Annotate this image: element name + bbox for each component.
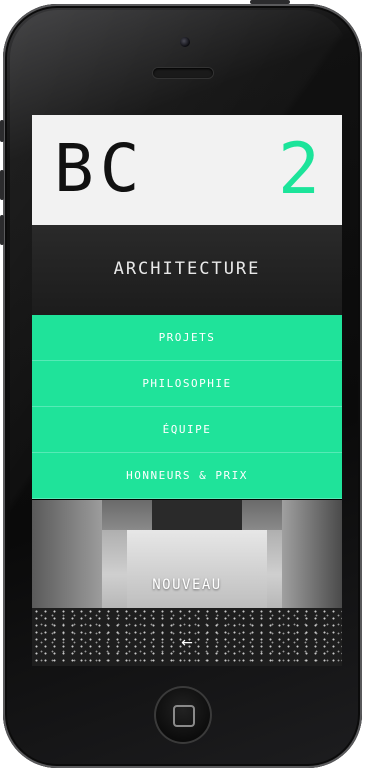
photo-wall-left <box>32 500 102 620</box>
photo-doorway <box>152 500 242 530</box>
hero-caption[interactable]: NOUVEAU <box>32 577 342 593</box>
home-square-icon <box>173 705 195 727</box>
menu-item-equipe[interactable]: ÉQUIPE <box>32 407 342 453</box>
volume-down-button <box>0 215 4 245</box>
menu-item-philosophie[interactable]: PHILOSOPHIE <box>32 361 342 407</box>
menu-item-projets[interactable]: PROJETS <box>32 315 342 361</box>
main-menu: PROJETS PHILOSOPHIE ÉQUIPE HONNEURS & PR… <box>32 315 342 499</box>
front-camera <box>180 37 190 47</box>
logo-text: BC <box>54 130 146 207</box>
earpiece-speaker <box>153 68 213 78</box>
menu-item-honneurs-prix[interactable]: HONNEURS & PRIX <box>32 453 342 499</box>
home-button[interactable] <box>154 686 212 744</box>
title-band: ARCHITECTURE <box>32 225 342 315</box>
logo-bar[interactable]: BC 2 <box>32 115 342 225</box>
logo-number: 2 <box>277 128 320 210</box>
photo-corridor <box>127 530 267 610</box>
arrow-left-icon[interactable]: ← <box>174 635 200 651</box>
page-title: ARCHITECTURE <box>113 259 261 279</box>
volume-up-button <box>0 170 4 200</box>
photo-wall-right <box>282 500 342 620</box>
screen: BC 2 ARCHITECTURE PROJETS PHILOSOPHIE ÉQ… <box>32 115 342 666</box>
mute-switch <box>0 120 4 142</box>
power-button <box>250 0 290 4</box>
